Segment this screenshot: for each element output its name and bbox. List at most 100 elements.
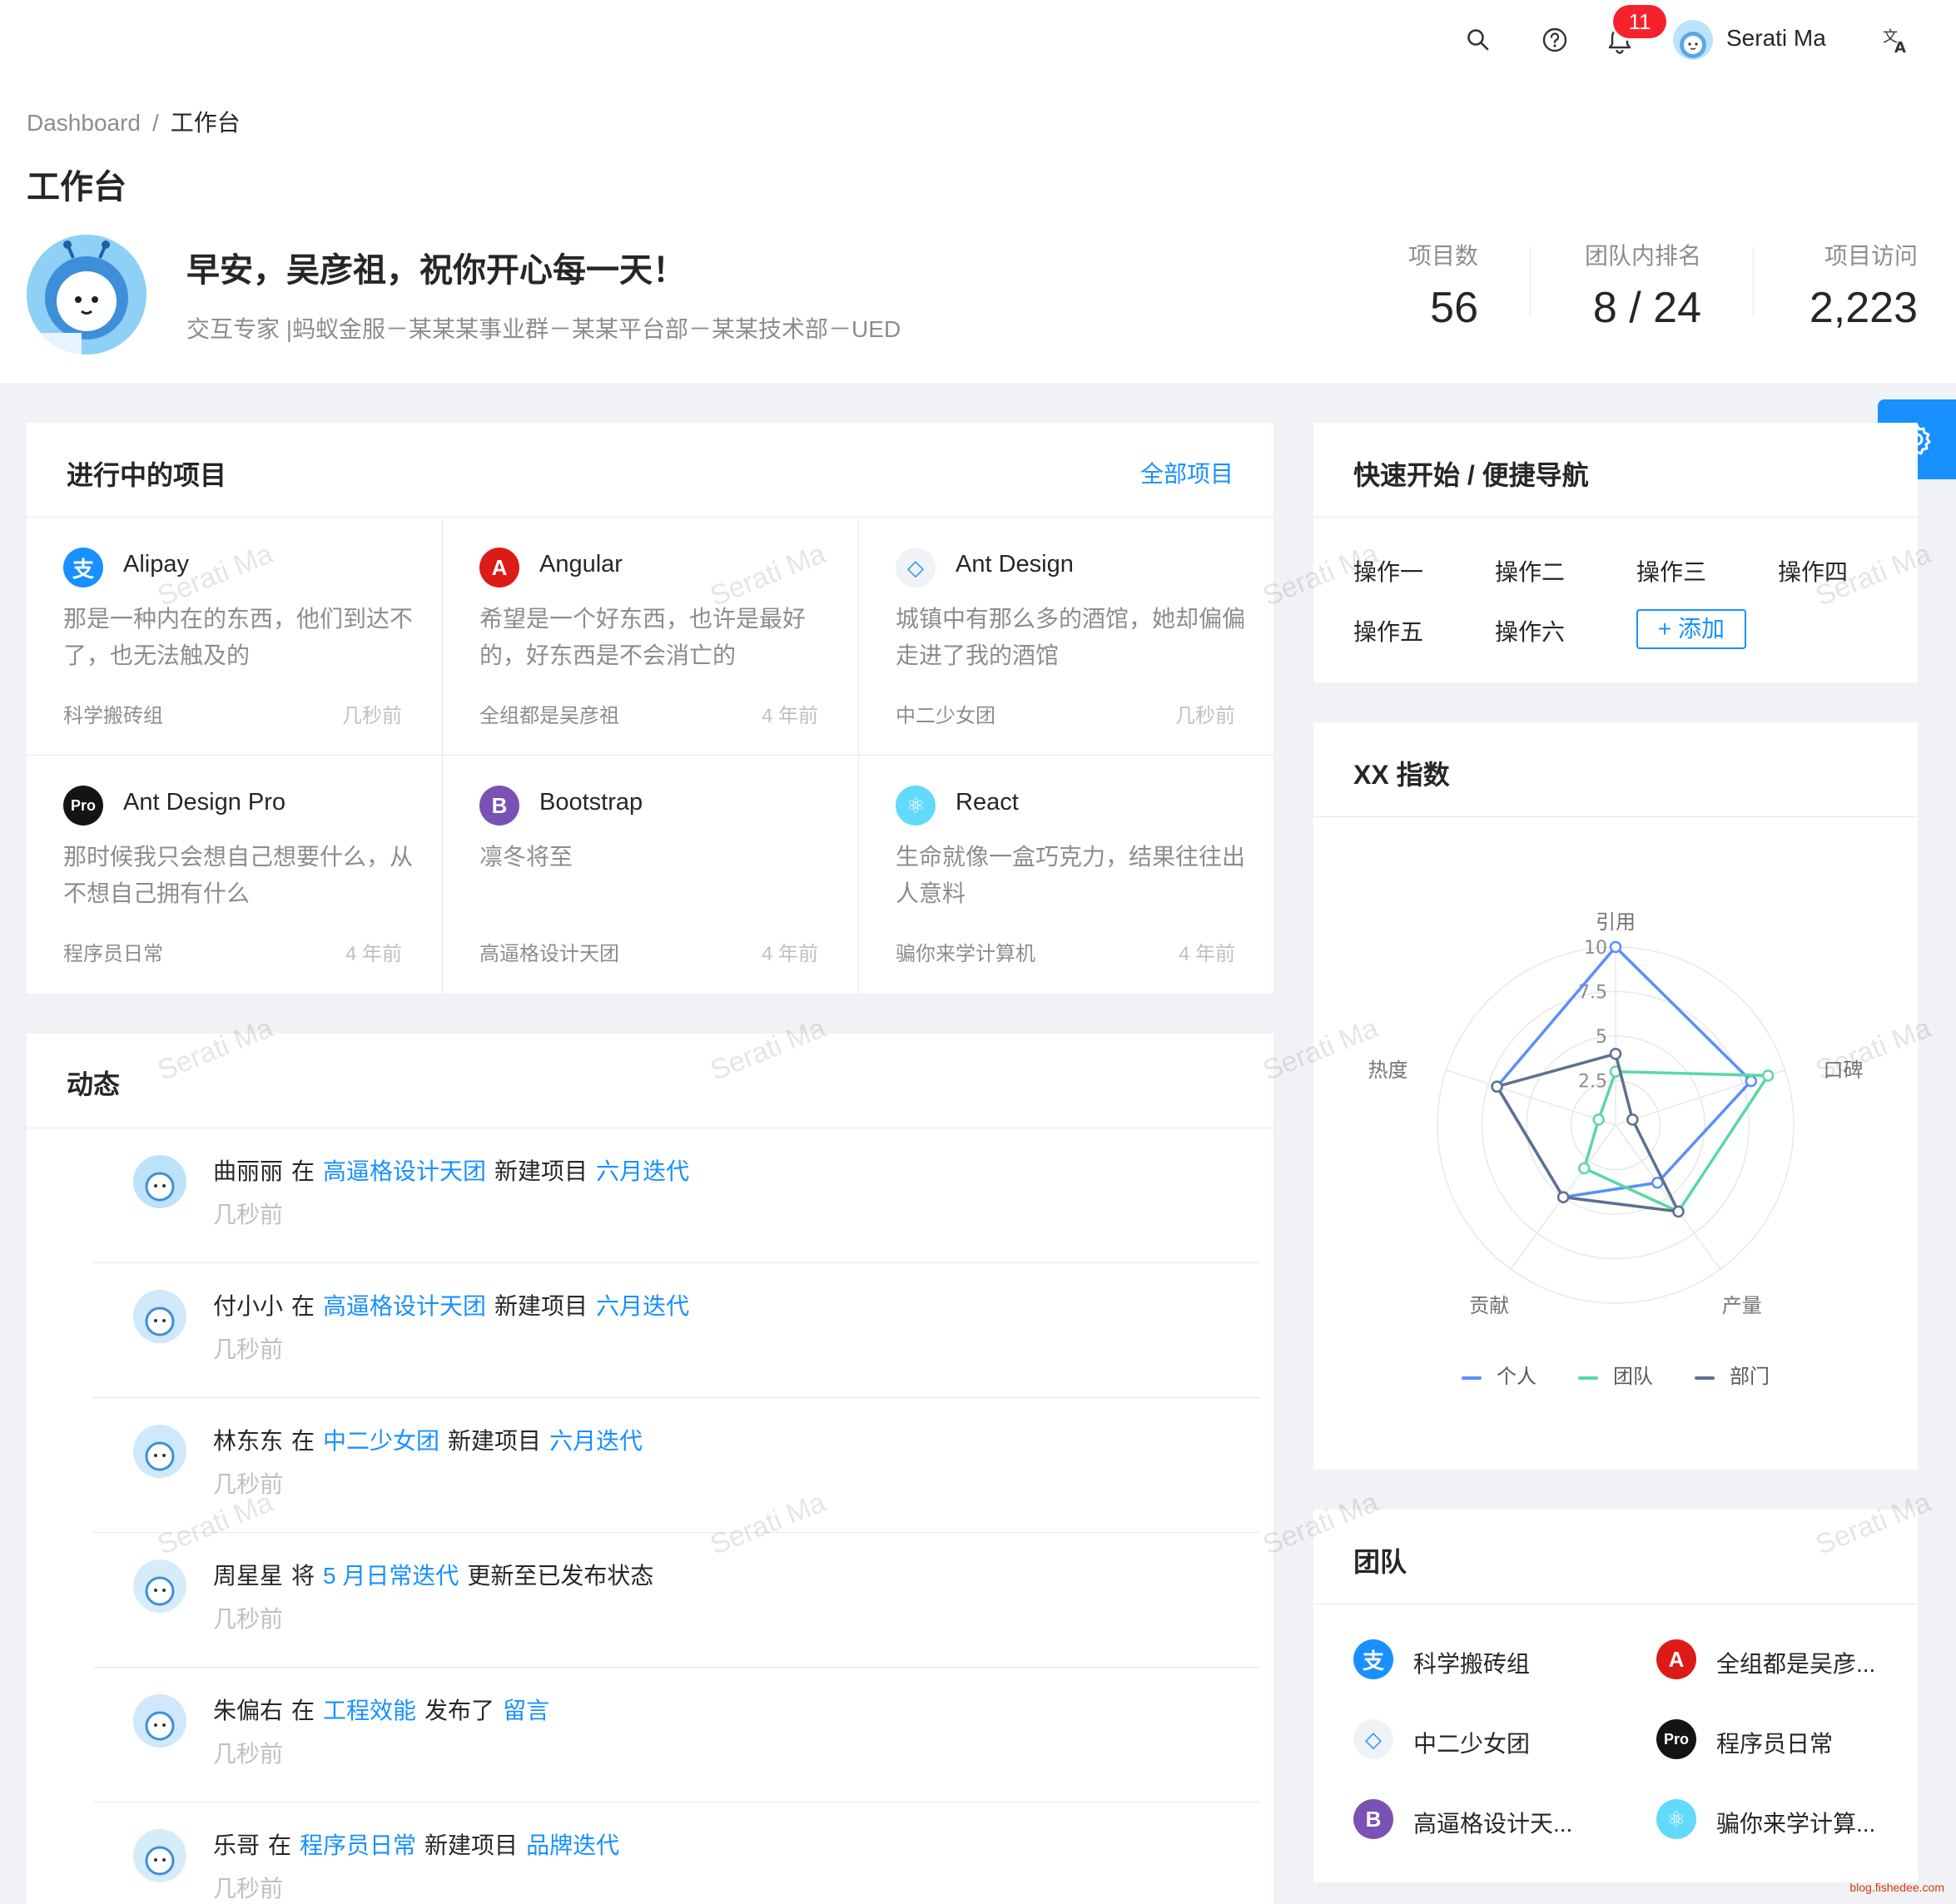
legend-swatch	[1695, 1376, 1715, 1380]
project-name[interactable]: React	[956, 789, 1019, 816]
activity-time: 几秒前	[213, 1876, 284, 1902]
team-item[interactable]: 支科学搬砖组	[1353, 1634, 1603, 1684]
team-name[interactable]: 全组都是吴彦...	[1716, 1646, 1875, 1679]
team-item[interactable]: B 高逼格设计天...	[1353, 1794, 1603, 1844]
activity-verb: 在	[291, 1698, 315, 1723]
stat-divider	[1753, 246, 1754, 316]
activity-link-group[interactable]: 5 月日常迭代	[323, 1563, 459, 1589]
radar-point	[1609, 1048, 1622, 1060]
activity-avatar	[133, 1829, 186, 1882]
activity-item: 乐哥在程序员日常 新建项目 品牌迭代几秒前	[93, 1802, 1260, 1904]
team-logo: Pro	[1656, 1719, 1696, 1759]
project-group[interactable]: 中二少女团	[896, 699, 995, 728]
react-logo: ⚛	[896, 786, 936, 826]
project-description: 城镇中有那么多的酒馆，她却偏偏走进了我的酒馆	[896, 606, 1246, 668]
question-circle-icon[interactable]	[1538, 23, 1571, 57]
search-icon[interactable]	[1462, 23, 1495, 57]
user-name[interactable]: Serati Ma	[1726, 25, 1826, 52]
activity-link-project[interactable]: 六月迭代	[549, 1428, 643, 1454]
project-name[interactable]: Ant Design Pro	[123, 789, 285, 816]
project-group[interactable]: 骗你来学计算机	[896, 937, 1035, 966]
team-name[interactable]: 中二少女团	[1413, 1726, 1530, 1759]
quick-link-3[interactable]: 操作三	[1636, 554, 1706, 588]
quick-link-2[interactable]: 操作二	[1495, 554, 1565, 588]
project-card[interactable]: Pro Ant Design Pro 那时候我只会想自己想要什么，从不想自己拥有什么…	[27, 756, 443, 994]
activity-link-group[interactable]: 高逼格设计天团	[323, 1158, 486, 1184]
activity-text: 周星星将 5 月日常迭代 更新至已发布状态	[213, 1558, 653, 1591]
stat-value: 56	[1430, 284, 1478, 332]
index-card-title: XX 指数	[1353, 760, 1450, 790]
page-title: 工作台	[27, 169, 127, 206]
project-group[interactable]: 高逼格设计天团	[479, 937, 619, 966]
team-item[interactable]: A 全组都是吴彦...	[1656, 1634, 1906, 1684]
notification-badge: 11	[1613, 5, 1666, 38]
radar-point	[1609, 940, 1622, 954]
project-name[interactable]: Ant Design	[956, 551, 1074, 578]
team-item[interactable]: ◇ 中二少女团	[1353, 1714, 1603, 1764]
projects-card-title: 进行中的项目	[67, 460, 227, 490]
project-group[interactable]: 科学搬砖组	[63, 699, 163, 728]
all-projects-link[interactable]: 全部项目	[1140, 456, 1234, 489]
activity-link-project[interactable]: 六月迭代	[596, 1158, 689, 1184]
activity-user: 朱偏右	[213, 1698, 284, 1723]
project-name[interactable]: Angular	[539, 551, 623, 578]
user-avatar[interactable]	[1673, 20, 1713, 60]
stat-label: 项目访问	[1824, 243, 1918, 269]
activity-avatar	[133, 1155, 186, 1208]
quick-link-6[interactable]: 操作六	[1495, 614, 1565, 647]
team-name[interactable]: 科学搬砖组	[1413, 1646, 1530, 1679]
activity-link-group[interactable]: 工程效能	[323, 1698, 416, 1723]
quick-nav-title: 快速开始 / 便捷导航	[1353, 460, 1589, 490]
quick-link-1[interactable]: 操作一	[1353, 554, 1423, 588]
project-card[interactable]: 支 Alipay 那是一种内在的东西，他们到达不了，也无法触及的 科学搬砖组 几秒前	[27, 518, 443, 756]
team-name[interactable]: 高逼格设计天...	[1413, 1806, 1572, 1839]
activity-text: 乐哥在程序员日常 新建项目 品牌迭代	[213, 1827, 619, 1861]
project-card[interactable]: B Bootstrap 凛冬将至 高逼格设计天团 4 年前	[443, 756, 859, 994]
quick-link-5[interactable]: 操作五	[1353, 614, 1423, 647]
quick-link-4[interactable]: 操作四	[1778, 554, 1848, 588]
activity-text: 朱偏右在工程效能 发布了 留言	[213, 1693, 549, 1726]
project-group[interactable]: 全组都是吴彦祖	[479, 699, 619, 728]
legend-item-team[interactable]: 团队	[1578, 1360, 1653, 1389]
project-time: 4 年前	[1178, 943, 1235, 965]
translate-icon[interactable]: 文A	[1879, 23, 1913, 57]
activity-action: 新建项目	[424, 1832, 519, 1858]
activity-text: 付小小在高逼格设计天团 新建项目 六月迭代	[213, 1288, 689, 1321]
activity-link-group[interactable]: 程序员日常	[300, 1832, 416, 1858]
team-logo: A	[1656, 1639, 1696, 1679]
activity-link-group[interactable]: 高逼格设计天团	[323, 1293, 486, 1319]
team-item[interactable]: Pro 程序员日常	[1656, 1714, 1906, 1764]
quick-nav-card-header: 快速开始 / 便捷导航	[1313, 423, 1918, 518]
legend-label: 个人	[1497, 1366, 1537, 1388]
activity-avatar	[133, 1290, 186, 1343]
project-card[interactable]: A Angular 希望是一个好东西，也许是最好的，好东西是不会消亡的 全组都是吴彦祖…	[443, 518, 859, 756]
project-card[interactable]: ◇ Ant Design 城镇中有那么多的酒馆，她却偏偏走进了我的酒馆 中二少女团 几秒…	[859, 518, 1275, 756]
activity-link-project[interactable]: 品牌迭代	[526, 1832, 619, 1858]
breadcrumb-home[interactable]: Dashboard	[27, 110, 141, 136]
activity-verb: 在	[291, 1428, 315, 1454]
activity-link-project[interactable]: 留言	[503, 1698, 549, 1723]
project-name[interactable]: Bootstrap	[539, 789, 643, 816]
activity-link-project[interactable]: 六月迭代	[596, 1293, 689, 1319]
activity-action: 新建项目	[494, 1158, 588, 1184]
activity-verb: 在	[291, 1293, 315, 1319]
project-time: 几秒前	[342, 705, 402, 727]
activity-user: 曲丽丽	[213, 1158, 284, 1184]
index-card-header: XX 指数	[1313, 722, 1918, 817]
legend-item-personal[interactable]: 个人	[1462, 1360, 1537, 1389]
team-item[interactable]: ⚛ 骗你来学计算...	[1656, 1794, 1906, 1844]
angular-logo: A	[479, 548, 519, 588]
team-name[interactable]: 程序员日常	[1716, 1726, 1833, 1759]
project-name[interactable]: Alipay	[123, 551, 189, 578]
project-card[interactable]: ⚛ React 生命就像一盒巧克力，结果往往出人意料 骗你来学计算机 4 年前	[859, 756, 1275, 994]
legend-item-department[interactable]: 部门	[1695, 1360, 1770, 1389]
activity-avatar	[133, 1694, 186, 1748]
stat-project-count: 项目数 56	[1408, 238, 1478, 333]
stat-label: 项目数	[1407, 243, 1478, 269]
project-time: 几秒前	[1175, 705, 1235, 727]
project-group[interactable]: 程序员日常	[63, 937, 163, 966]
activity-link-group[interactable]: 中二少女团	[323, 1428, 439, 1454]
radar-chart: 2.557.510引用口碑产量贡献热度	[1368, 910, 1863, 1317]
add-link-button[interactable]: + 添加	[1636, 609, 1746, 649]
team-name[interactable]: 骗你来学计算...	[1716, 1806, 1875, 1839]
